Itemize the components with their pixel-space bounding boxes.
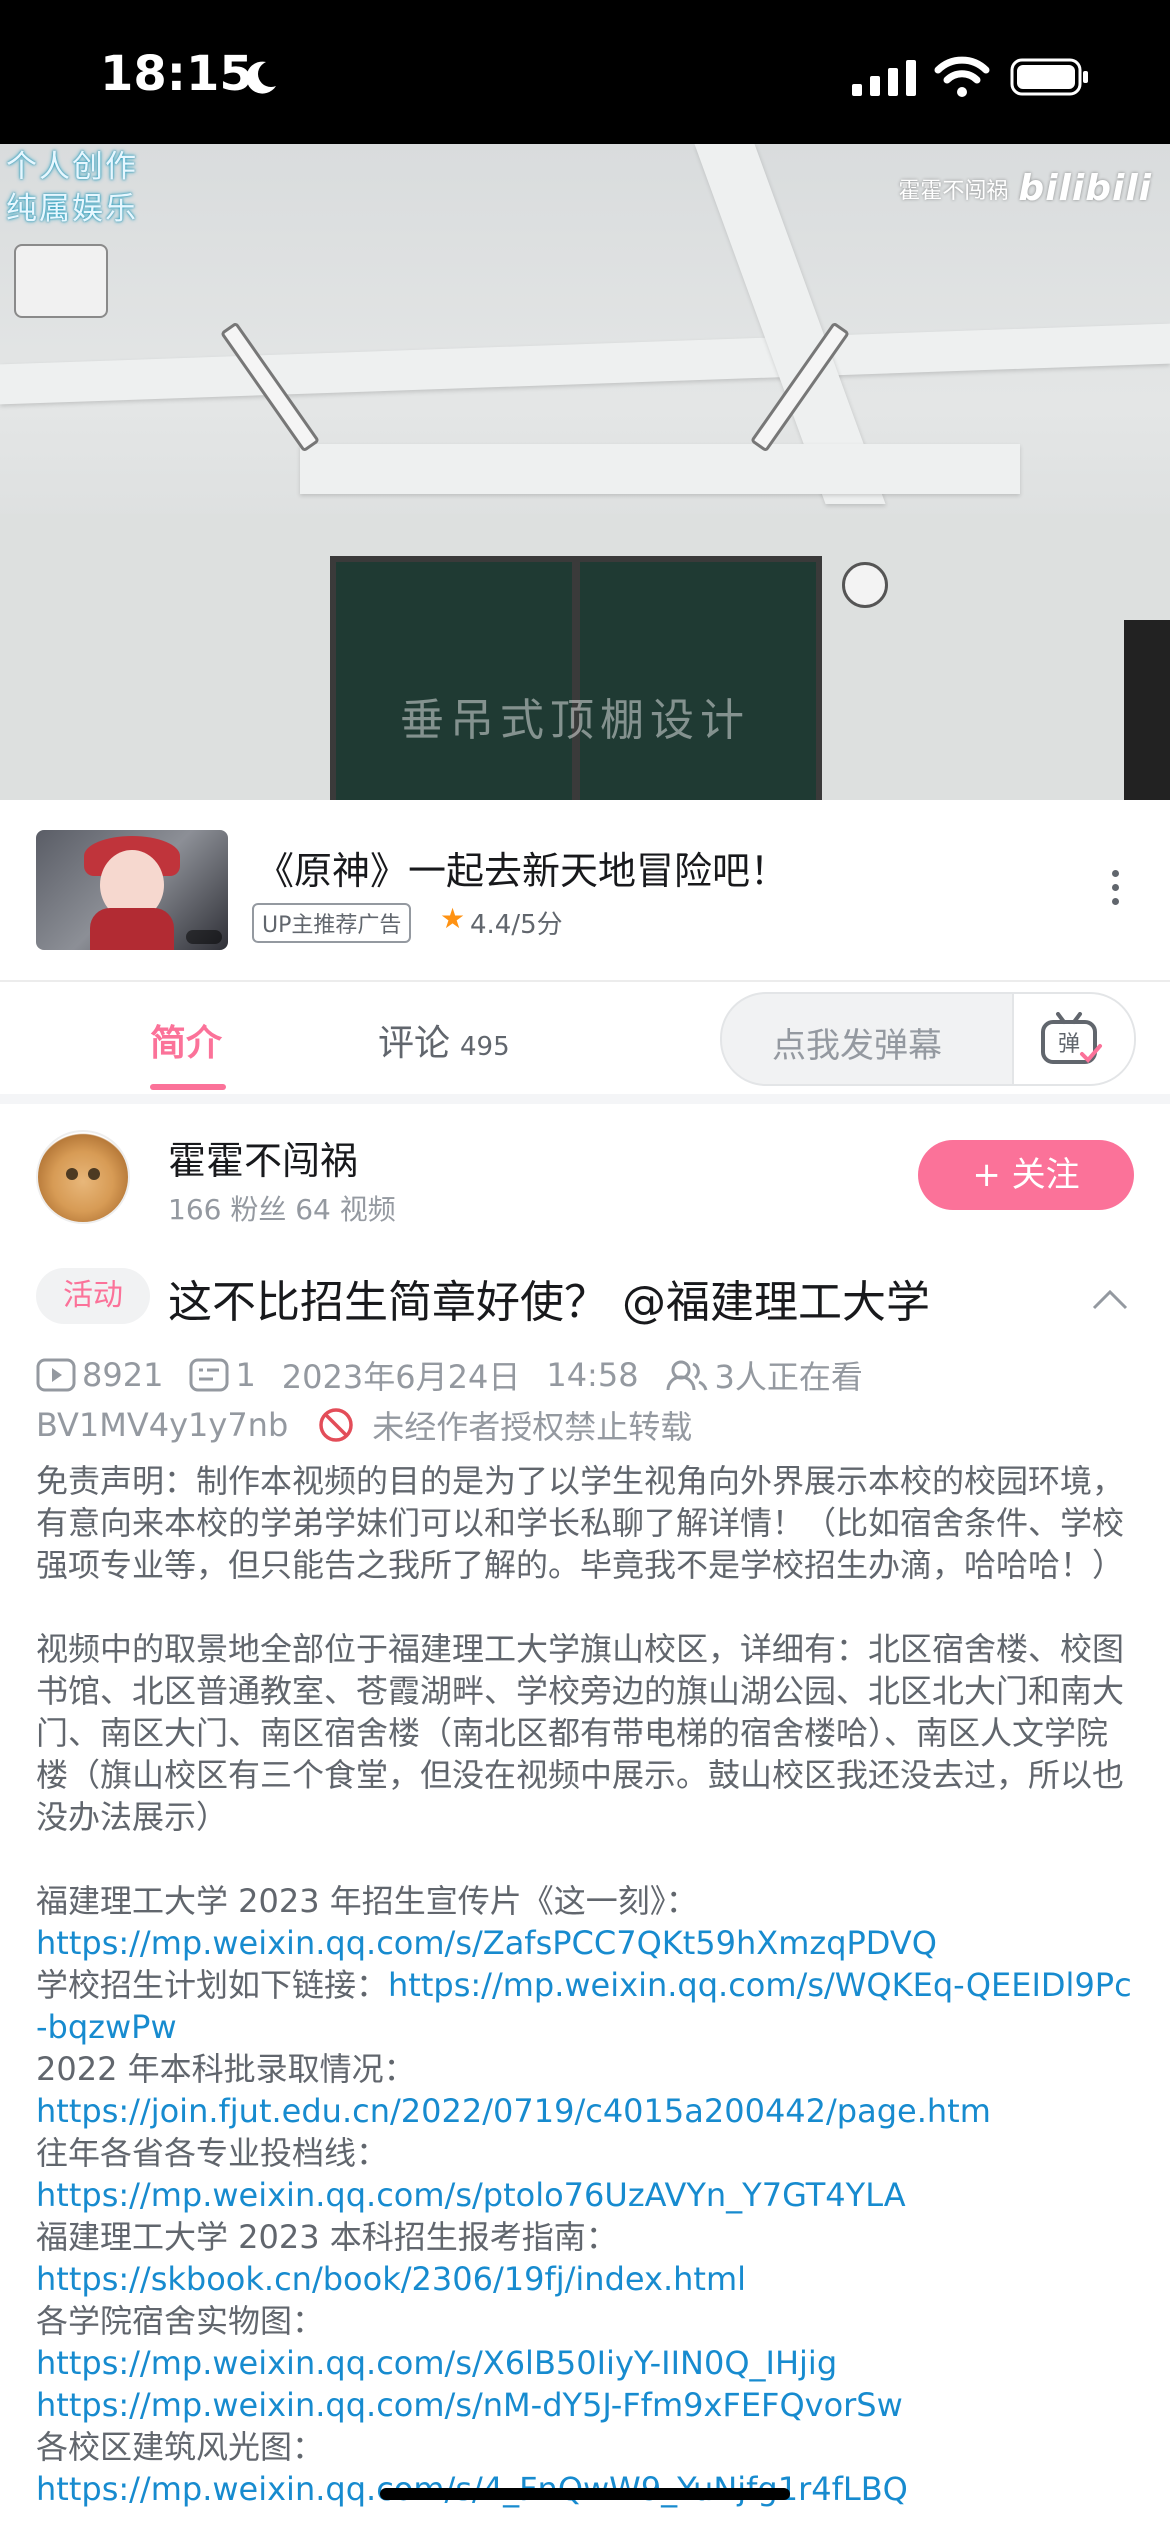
link-label: 福建理工大学 2023 本科招生报考指南： — [36, 2218, 618, 2256]
chevron-up-icon[interactable] — [1090, 1288, 1130, 1312]
uploader-avatar[interactable] — [36, 1130, 130, 1224]
link-label: 2022 年本科批录取情况： — [36, 2050, 416, 2088]
ad-thumbnail[interactable] — [36, 830, 228, 950]
signal-icon — [852, 60, 916, 96]
bvid-row: BV1MV4y1y7nb 未经作者授权禁止转载 — [36, 1402, 692, 1448]
ceiling-beam — [0, 323, 1170, 405]
danmaku-placeholder: 点我发弹幕 — [772, 1026, 942, 1066]
link-guide-2023[interactable]: https://skbook.cn/book/2306/19fj/index.h… — [36, 2258, 1136, 2300]
moon-icon — [246, 61, 276, 94]
uploader-name[interactable]: 霍霍不闯祸 — [168, 1130, 358, 1185]
svg-text:弹: 弹 — [1058, 1032, 1080, 1057]
video-caption: 垂吊式顶棚设计 — [400, 695, 750, 746]
status-time: 18:15 — [100, 46, 253, 102]
link-admission-2022[interactable]: https://join.fjut.edu.cn/2022/0719/c4015… — [36, 2090, 1136, 2132]
wifi-icon — [934, 56, 990, 97]
link-label: 往年各省各专业投档线： — [36, 2134, 389, 2172]
character-body — [90, 908, 174, 950]
link-label: 福建理工大学 2023 年招生宣传片《这一刻》： — [36, 1882, 698, 1920]
play-count-icon — [36, 1358, 76, 1392]
ad-rating: 4.4/5分 — [470, 910, 563, 940]
blackboard — [574, 556, 822, 800]
tab-active-indicator — [150, 1084, 226, 1090]
watching-icon — [666, 1360, 707, 1391]
link-label: 各学院宿舍实物图： — [36, 2302, 325, 2340]
tab-bar: 简介 评论 495 点我发弹幕 弹 — [0, 982, 1170, 1104]
danmaku-input[interactable]: 点我发弹幕 弹 — [720, 992, 1136, 1086]
blackboard — [330, 556, 578, 800]
uploader-stats: 166 粉丝 64 视频 — [168, 1193, 396, 1226]
status-bar: 18:15 — [0, 0, 1170, 144]
tab-comments[interactable]: 评论 495 — [378, 1014, 510, 1066]
follow-button[interactable]: + 关注 — [918, 1140, 1134, 1210]
comments-count: 495 — [460, 1032, 510, 1062]
watermark-left: 个人创作 纯属娱乐 — [6, 149, 138, 227]
video-title: 这不比招生简章好使？ @福建理工大学 — [168, 1277, 930, 1328]
publish-date: 2023年6月24日 — [281, 1358, 521, 1396]
ad-tag: UP主推荐广告 — [252, 903, 412, 943]
wall-clock — [842, 562, 888, 608]
projector — [14, 244, 108, 318]
bvid: BV1MV4y1y7nb — [36, 1406, 289, 1444]
video-player[interactable]: 个人创作 纯属娱乐 霍霍不闯祸 bilibili 垂吊式顶棚设计 — [0, 144, 1170, 800]
star-icon: ★ — [440, 902, 466, 935]
tab-comments-label: 评论 — [378, 1023, 451, 1064]
link-label: 学校招生计划如下链接： — [36, 1966, 389, 2004]
watermark-right: 霍霍不闯祸 bilibili — [898, 168, 1152, 209]
watermark-uploader: 霍霍不闯祸 — [898, 178, 1009, 204]
publish-time: 14:58 — [546, 1356, 639, 1394]
danmaku-count-icon — [189, 1358, 229, 1392]
video-stats: 8921 1 2023年6月24日 14:58 3人正在看 — [36, 1352, 863, 1398]
danmaku-count: 1 — [235, 1356, 256, 1394]
link-dorm-photos-2[interactable]: https://mp.weixin.qq.com/s/nM-dY5J-Ffm9x… — [36, 2384, 1136, 2426]
danmaku-toggle-button[interactable]: 弹 — [1012, 994, 1134, 1084]
watching-count: 3人正在看 — [714, 1358, 863, 1396]
battery-icon — [1010, 58, 1088, 96]
home-indicator[interactable] — [380, 2488, 790, 2500]
ceiling-beam — [300, 444, 1020, 494]
copyright-notice: 未经作者授权禁止转载 — [372, 1408, 693, 1446]
tab-intro[interactable]: 简介 — [150, 1014, 222, 1066]
activity-tag[interactable]: 活动 — [36, 1268, 150, 1324]
ad-title[interactable]: 《原神》一起去新天地冒险吧！ — [256, 840, 788, 895]
disclaimer-paragraph: 免责声明：制作本视频的目的是为了以学生视角向外界展示本校的校园环境，有意向来本校… — [36, 1462, 1125, 1584]
play-count: 8921 — [82, 1356, 164, 1394]
thumbnail-badge — [186, 930, 222, 944]
video-description: 免责声明：制作本视频的目的是为了以学生视角向外界展示本校的校园环境，有意向来本校… — [36, 1460, 1136, 2510]
location-paragraph: 视频中的取景地全部位于福建理工大学旗山校区，详细有：北区宿舍楼、校图书馆、北区普… — [36, 1630, 1125, 1836]
window — [1124, 620, 1170, 800]
link-dorm-photos-1[interactable]: https://mp.weixin.qq.com/s/X6lB50IiyY-II… — [36, 2342, 1136, 2384]
bilibili-logo: bilibili — [1018, 168, 1152, 209]
danmaku-tv-icon: 弹 — [1041, 1012, 1102, 1064]
link-score-lines[interactable]: https://mp.weixin.qq.com/s/ptolo76UzAVYn… — [36, 2174, 1136, 2216]
link-promo-video[interactable]: https://mp.weixin.qq.com/s/ZafsPCC7QKt59… — [36, 1922, 1136, 1964]
more-options-icon[interactable] — [1100, 870, 1130, 920]
link-label: 各校区建筑风光图： — [36, 2428, 325, 2466]
no-repost-icon — [319, 1408, 354, 1442]
ad-card[interactable]: 《原神》一起去新天地冒险吧！ UP主推荐广告 ★ 4.4/5分 — [0, 800, 1170, 982]
